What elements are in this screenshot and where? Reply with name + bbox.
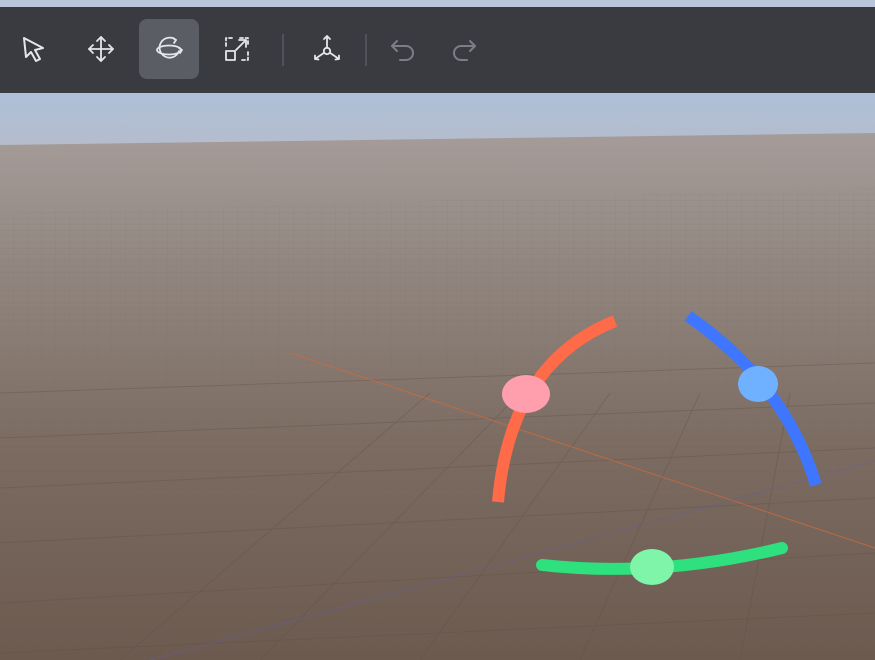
undo-icon <box>391 40 414 61</box>
rotate-orbit-icon <box>156 36 183 59</box>
3d-viewport[interactable] <box>0 93 875 660</box>
toolbar-separator <box>282 34 284 66</box>
window-top-strip <box>0 0 875 7</box>
scale-box-icon <box>225 37 249 61</box>
ground-grid <box>0 188 875 660</box>
redo-icon <box>453 40 476 61</box>
cursor-arrow-icon <box>23 37 44 62</box>
toolbar <box>0 7 875 93</box>
scale-tool-button[interactable] <box>207 19 267 79</box>
select-tool-button[interactable] <box>4 19 64 79</box>
rotate-x-handle[interactable] <box>502 375 550 413</box>
viewport-canvas <box>0 93 875 660</box>
redo-button[interactable] <box>434 19 494 79</box>
rotate-y-handle[interactable] <box>630 549 674 585</box>
toolbar-separator <box>365 34 367 66</box>
move-arrows-icon <box>88 36 114 62</box>
move-tool-button[interactable] <box>71 19 131 79</box>
axes-pivot-icon <box>314 35 340 61</box>
local-axes-tool-button[interactable] <box>297 19 357 79</box>
rotate-tool-button[interactable] <box>139 19 199 79</box>
undo-button[interactable] <box>373 19 433 79</box>
rotate-z-handle[interactable] <box>738 366 778 402</box>
